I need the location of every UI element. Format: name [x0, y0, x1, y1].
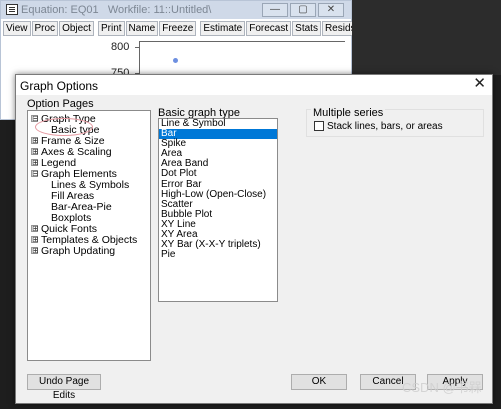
toolbar-stats-button[interactable]: Stats	[292, 21, 321, 36]
stack-checkbox-label[interactable]: Stack lines, bars, or areas	[327, 121, 443, 132]
graph-type-option[interactable]: Pie	[159, 250, 277, 260]
toolbar-object-button[interactable]: Object	[59, 21, 94, 36]
toolbar-freeze-button[interactable]: Freeze	[159, 21, 197, 36]
toolbar-estimate-button[interactable]: Estimate	[200, 21, 246, 36]
graph-options-dialog: Graph Options ✕ Option Pages ⊟ Graph Typ…	[15, 74, 493, 404]
ok-button[interactable]: OK	[291, 374, 347, 390]
option-pages-tree: ⊟ Graph Type Basic type ⊞ Frame & Size ⊞…	[27, 110, 151, 361]
expand-icon[interactable]: ⊞	[31, 225, 39, 233]
equation-toolbar: View Proc Object Print Name Freeze Estim…	[3, 21, 359, 36]
toolbar-view-button[interactable]: View	[3, 21, 31, 36]
toolbar-forecast-button[interactable]: Forecast	[246, 21, 292, 36]
toolbar-name-button[interactable]: Name	[125, 21, 159, 36]
dialog-title: Graph Options	[20, 79, 99, 93]
collapse-icon[interactable]: ⊟	[31, 170, 39, 178]
expand-icon[interactable]: ⊞	[31, 137, 39, 145]
graph-data-point	[173, 58, 178, 63]
graph-type-option[interactable]: XY Bar (X-X-Y triplets)	[159, 240, 277, 250]
y-tick-label-800: 800	[111, 41, 130, 53]
expand-icon[interactable]: ⊞	[31, 148, 39, 156]
stack-checkbox[interactable]	[314, 121, 324, 131]
option-pages-label: Option Pages	[27, 98, 94, 110]
dialog-titlebar: Graph Options ✕	[16, 75, 492, 95]
collapse-icon[interactable]: ⊟	[31, 115, 39, 123]
multiple-series-label: Multiple series	[311, 107, 386, 119]
equation-window-title: Equation: EQ01 Workfile: 11::Untitled\	[21, 4, 212, 16]
background-area	[352, 0, 501, 75]
toolbar-print-button[interactable]: Print	[97, 21, 125, 36]
expand-icon[interactable]: ⊞	[31, 236, 39, 244]
expand-icon[interactable]: ⊞	[31, 159, 39, 167]
close-icon[interactable]: ✕	[473, 76, 486, 92]
annotation-circle	[35, 118, 93, 136]
undo-page-edits-button[interactable]: Undo Page Edits	[27, 374, 101, 401]
watermark: CSDN @书槑	[402, 380, 482, 395]
graph-type-list[interactable]: Line & Symbol Bar Spike Area Area Band D…	[158, 118, 278, 302]
toolbar-proc-button[interactable]: Proc	[31, 21, 59, 36]
equation-window-titlebar: Equation: EQ01 Workfile: 11::Untitled\ —…	[1, 1, 351, 19]
close-window-button[interactable]: ✕	[318, 3, 344, 17]
maximize-button[interactable]: ▢	[290, 3, 316, 17]
tree-item-label: Graph Updating	[41, 245, 116, 257]
expand-icon[interactable]: ⊞	[31, 247, 39, 255]
eviews-window-icon	[6, 4, 18, 15]
minimize-button[interactable]: —	[262, 3, 288, 17]
